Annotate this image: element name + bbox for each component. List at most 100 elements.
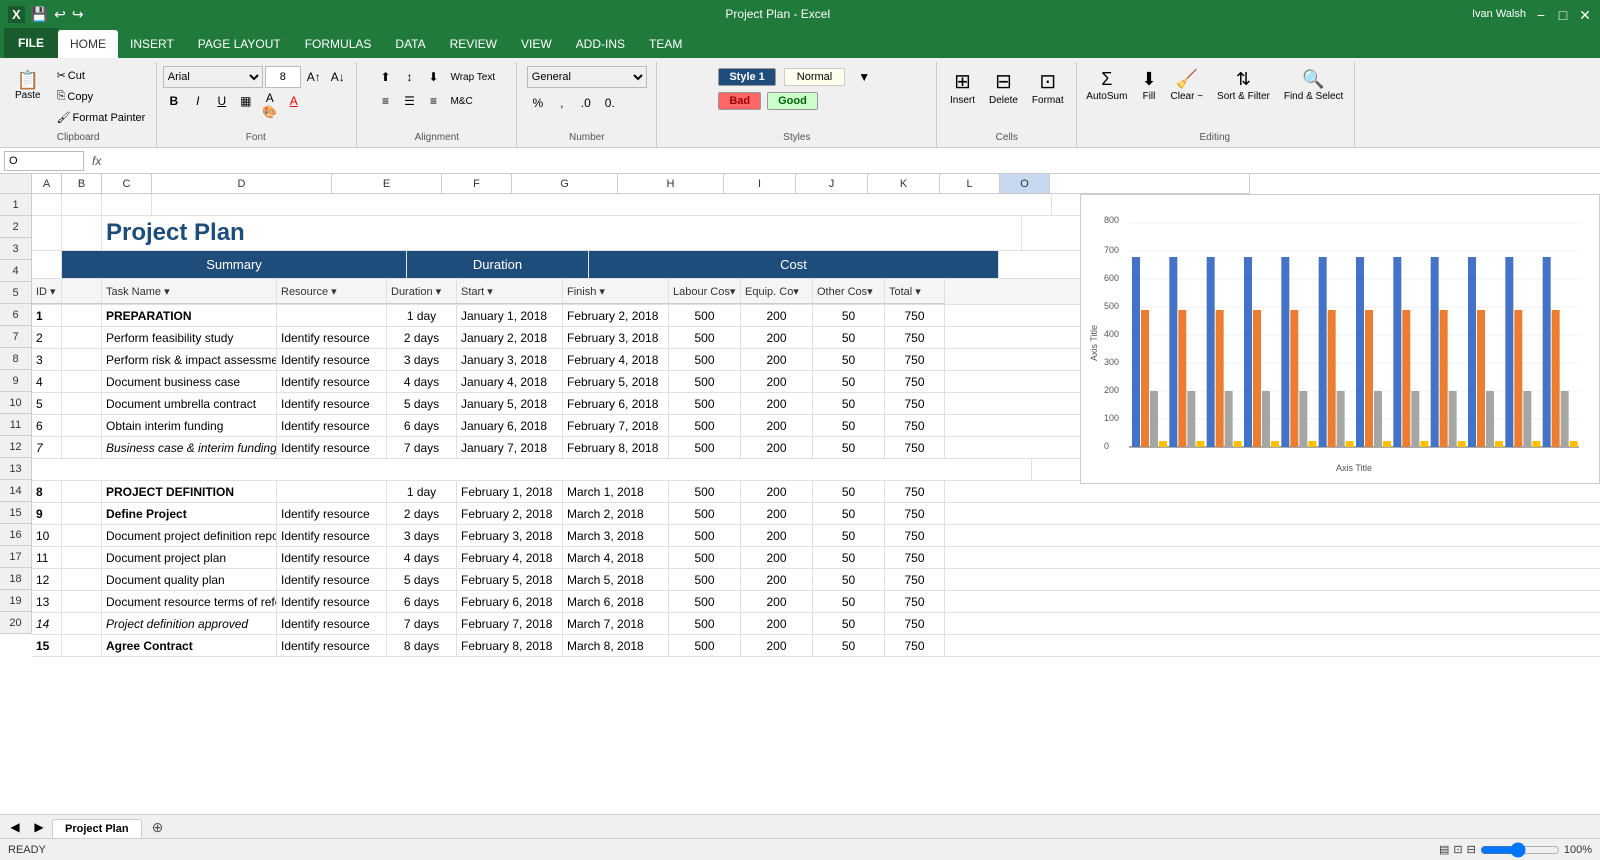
cell-empty[interactable]: [62, 327, 102, 348]
cell-empty[interactable]: [62, 415, 102, 436]
cell-duration[interactable]: 3 days: [387, 525, 457, 546]
sort-filter-button[interactable]: ⇅ Sort & Filter: [1212, 66, 1275, 105]
cell-labour[interactable]: 500: [669, 525, 741, 546]
tab-home[interactable]: HOME: [58, 30, 118, 58]
align-top-button[interactable]: ⬆: [374, 66, 396, 88]
cell-total[interactable]: 750: [885, 591, 945, 612]
cell-empty[interactable]: [62, 613, 102, 634]
cell-resource[interactable]: [277, 305, 387, 326]
cell-duration[interactable]: 6 days: [387, 591, 457, 612]
cell-resource[interactable]: Identify resource: [277, 547, 387, 568]
empty-cell[interactable]: [32, 459, 1032, 480]
view-layout-icon[interactable]: ⊡: [1453, 843, 1462, 856]
cell-2b[interactable]: [62, 216, 102, 250]
cell-other[interactable]: 50: [813, 613, 885, 634]
cell-resource[interactable]: Identify resource: [277, 591, 387, 612]
cell-duration[interactable]: 4 days: [387, 547, 457, 568]
cell-start[interactable]: January 7, 2018: [457, 437, 563, 458]
col-labour-header[interactable]: Labour Cos▾: [669, 279, 741, 304]
cell-equip[interactable]: 200: [741, 547, 813, 568]
cell-id[interactable]: 15: [32, 635, 62, 656]
autosum-button[interactable]: Σ AutoSum: [1081, 66, 1132, 105]
cell-finish[interactable]: March 7, 2018: [563, 613, 669, 634]
cell-empty[interactable]: [62, 591, 102, 612]
cell-resource[interactable]: Identify resource: [277, 371, 387, 392]
tab-file[interactable]: FILE: [4, 28, 58, 58]
cell-start[interactable]: January 5, 2018: [457, 393, 563, 414]
cell-id[interactable]: 13: [32, 591, 62, 612]
cell-task[interactable]: Document quality plan: [102, 569, 277, 590]
cell-id[interactable]: 5: [32, 393, 62, 414]
font-grow-button[interactable]: A↑: [303, 66, 325, 88]
cell-start[interactable]: January 1, 2018: [457, 305, 563, 326]
cell-resource[interactable]: Identify resource: [277, 437, 387, 458]
cell-equip[interactable]: 200: [741, 371, 813, 392]
cell-start[interactable]: February 6, 2018: [457, 591, 563, 612]
cell-resource[interactable]: Identify resource: [277, 503, 387, 524]
cell-empty[interactable]: [62, 547, 102, 568]
redo-icon[interactable]: ↪: [72, 6, 84, 23]
col-finish-header[interactable]: Finish ▾: [563, 279, 669, 304]
cell-task[interactable]: Agree Contract: [102, 635, 277, 656]
cell-labour[interactable]: 500: [669, 635, 741, 656]
tab-page-layout[interactable]: PAGE LAYOUT: [186, 30, 293, 58]
delete-button[interactable]: ⊟ Delete: [984, 66, 1023, 109]
cell-task[interactable]: PROJECT DEFINITION: [102, 481, 277, 502]
cell-equip[interactable]: 200: [741, 415, 813, 436]
cell-3a[interactable]: [32, 251, 62, 278]
col-resource-header[interactable]: Resource ▾: [277, 279, 387, 304]
cell-task[interactable]: Document umbrella contract: [102, 393, 277, 414]
cell-finish[interactable]: February 3, 2018: [563, 327, 669, 348]
cell-resource[interactable]: Identify resource: [277, 327, 387, 348]
cell-task[interactable]: Define Project: [102, 503, 277, 524]
cell-1d[interactable]: [152, 194, 1052, 215]
col-total-header[interactable]: Total ▾: [885, 279, 945, 304]
col-equip-header[interactable]: Equip. Co▾: [741, 279, 813, 304]
cell-empty[interactable]: [62, 481, 102, 502]
cell-id[interactable]: 11: [32, 547, 62, 568]
cell-other[interactable]: 50: [813, 415, 885, 436]
cell-start[interactable]: February 5, 2018: [457, 569, 563, 590]
cell-empty[interactable]: [62, 305, 102, 326]
font-size-input[interactable]: [265, 66, 301, 88]
cell-total[interactable]: 750: [885, 437, 945, 458]
cell-empty[interactable]: [62, 349, 102, 370]
cell-labour[interactable]: 500: [669, 415, 741, 436]
cell-duration[interactable]: 6 days: [387, 415, 457, 436]
merge-center-button[interactable]: M&C: [446, 90, 476, 112]
cell-equip[interactable]: 200: [741, 591, 813, 612]
align-left-button[interactable]: ≡: [374, 90, 396, 112]
cell-id[interactable]: 2: [32, 327, 62, 348]
cell-start[interactable]: February 8, 2018: [457, 635, 563, 656]
scroll-tab-left-button[interactable]: ◀: [4, 816, 26, 838]
cell-finish[interactable]: March 1, 2018: [563, 481, 669, 502]
number-format-select[interactable]: General: [527, 66, 647, 88]
quick-save-icon[interactable]: 💾: [31, 6, 48, 23]
cell-resource[interactable]: Identify resource: [277, 393, 387, 414]
cell-empty[interactable]: [62, 503, 102, 524]
cell-duration[interactable]: 2 days: [387, 503, 457, 524]
find-select-button[interactable]: 🔍 Find & Select: [1279, 66, 1348, 105]
cell-task[interactable]: Document resource terms of reference: [102, 591, 277, 612]
cell-equip[interactable]: 200: [741, 481, 813, 502]
cell-id[interactable]: 3: [32, 349, 62, 370]
cell-labour[interactable]: 500: [669, 371, 741, 392]
cell-task[interactable]: Document business case: [102, 371, 277, 392]
cell-task[interactable]: Document project plan: [102, 547, 277, 568]
cell-duration[interactable]: 5 days: [387, 569, 457, 590]
cell-finish[interactable]: February 7, 2018: [563, 415, 669, 436]
spreadsheet-title[interactable]: Project Plan: [102, 216, 1022, 250]
cell-empty[interactable]: [62, 569, 102, 590]
col-other-header[interactable]: Other Cos▾: [813, 279, 885, 304]
align-bottom-button[interactable]: ⬇: [422, 66, 444, 88]
cell-equip[interactable]: 200: [741, 305, 813, 326]
add-sheet-button[interactable]: ⊕: [144, 817, 172, 838]
cell-total[interactable]: 750: [885, 481, 945, 502]
cell-labour[interactable]: 500: [669, 569, 741, 590]
tab-team[interactable]: TEAM: [637, 30, 694, 58]
align-middle-button[interactable]: ↕: [398, 66, 420, 88]
cell-total[interactable]: 750: [885, 547, 945, 568]
cell-task[interactable]: Obtain interim funding: [102, 415, 277, 436]
cell-id[interactable]: 8: [32, 481, 62, 502]
cell-start[interactable]: January 4, 2018: [457, 371, 563, 392]
